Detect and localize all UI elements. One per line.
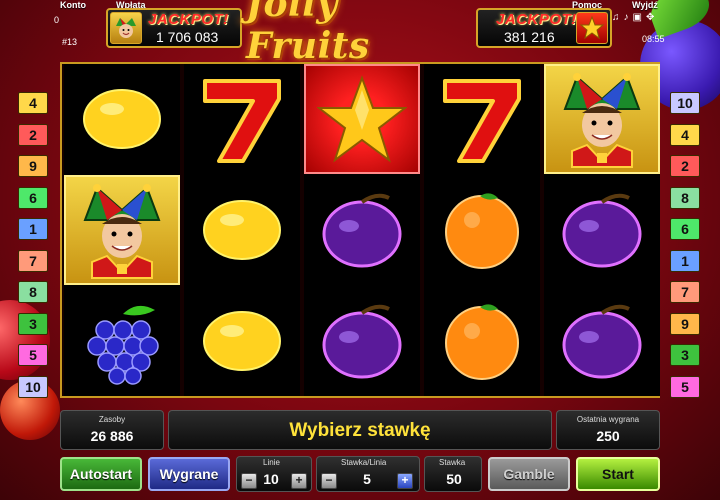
konto-value: 0 (54, 15, 60, 25)
screen-icon[interactable]: ▣ (633, 12, 642, 23)
jackpot-title: JACKPOT! (148, 11, 229, 28)
reel-2 (184, 64, 300, 396)
plum-icon (544, 175, 660, 285)
bet-minus-button[interactable]: − (321, 473, 337, 489)
lemon-icon (184, 286, 300, 396)
payline-badge[interactable]: 8 (670, 186, 700, 209)
start-button[interactable]: Start (576, 457, 660, 491)
autostart-button[interactable]: Autostart (60, 457, 142, 491)
payline-badge[interactable]: 8 (18, 281, 48, 303)
lemon-icon (64, 64, 180, 174)
payline-badge[interactable]: 9 (18, 155, 48, 177)
konto-label: Konto (60, 0, 86, 10)
payline-badge[interactable]: 6 (18, 186, 48, 209)
jackpot-title: JACKPOT! (496, 11, 577, 28)
star-icon (576, 12, 608, 44)
payline-badge[interactable]: 10 (18, 375, 48, 398)
orange-icon (424, 175, 540, 285)
payline-badge[interactable]: 1 (670, 249, 700, 272)
plum-icon (304, 286, 420, 396)
lemon-icon (184, 175, 300, 285)
fullscreen-icon[interactable]: ✥ (646, 12, 654, 23)
orange-icon (424, 286, 540, 396)
zasoby-label: Zasoby (98, 415, 126, 424)
lines-stepper: Linie − 10 + (236, 456, 312, 492)
payline-badge[interactable]: 2 (670, 155, 700, 177)
payline-badge[interactable]: 10 (670, 92, 700, 114)
gamble-button[interactable]: Gamble (488, 457, 570, 491)
jackpot-left-value: 1 706 083 (156, 29, 219, 45)
wyjdz-button[interactable]: Wyjdź (632, 0, 658, 10)
reel-3 (304, 64, 420, 396)
message-panel: Wybierz stawkę (168, 410, 552, 450)
jackpot-left: JACKPOT! 1 706 083 (106, 8, 242, 48)
lines-plus-button[interactable]: + (291, 473, 307, 489)
seven-icon (184, 64, 300, 174)
payline-badge[interactable]: 3 (18, 312, 48, 335)
payline-badge[interactable]: 7 (670, 281, 700, 303)
payline-badge[interactable]: 4 (18, 92, 48, 114)
jackpot-right-value: 381 216 (504, 29, 555, 45)
jackpot-right: JACKPOT! 381 216 (476, 8, 612, 48)
joker-icon (544, 64, 660, 174)
grapes-icon (64, 286, 180, 396)
payline-badge[interactable]: 4 (670, 123, 700, 146)
ostatnia-wygrana-label: Ostatnia wygrana (576, 415, 640, 424)
star-icon (304, 64, 420, 174)
system-icons: ♫ ♪ ▣ ✥ (612, 12, 654, 23)
reel-5 (544, 64, 660, 396)
sound-icon[interactable]: ♪ (624, 12, 629, 23)
game-logo: Jolly Fruits (246, 0, 370, 67)
payline-badge[interactable]: 5 (18, 344, 48, 366)
payline-badge[interactable]: 1 (18, 218, 48, 240)
bet-plus-button[interactable]: + (397, 473, 413, 489)
status-message: Wybierz stawkę (289, 420, 431, 441)
stawka-linia-label: Stawka/Linia (341, 458, 387, 467)
payline-badge[interactable]: 5 (670, 375, 700, 398)
wygrane-button[interactable]: Wygrane (148, 457, 230, 491)
linie-label: Linie (263, 458, 280, 467)
linie-value: 10 (263, 471, 279, 487)
stawka-label: Stawka (439, 458, 466, 467)
plum-icon (304, 175, 420, 285)
total-bet-box: Stawka 50 (424, 456, 482, 492)
seven-icon (424, 64, 540, 174)
payline-badge[interactable]: 2 (18, 123, 48, 146)
stawka-value: 50 (446, 471, 462, 487)
last-win-panel: Ostatnia wygrana 250 (556, 410, 660, 450)
reels-area (60, 62, 660, 398)
zasoby-value: 26 886 (90, 428, 134, 444)
joker-icon (64, 175, 180, 285)
plum-icon (544, 286, 660, 396)
payline-badge[interactable]: 3 (670, 344, 700, 366)
payline-badge[interactable]: 6 (670, 218, 700, 240)
reel-4 (424, 64, 540, 396)
music-icon[interactable]: ♫ (612, 12, 620, 23)
lines-minus-button[interactable]: − (241, 473, 257, 489)
bet-per-line-stepper: Stawka/Linia − 5 + (316, 456, 420, 492)
clock: 08:55 (642, 34, 665, 44)
ostatnia-wygrana-value: 250 (596, 428, 620, 444)
game-number: #13 (62, 37, 78, 47)
joker-icon (110, 12, 142, 44)
balance-panel: Zasoby 26 886 (60, 410, 164, 450)
payline-badge[interactable]: 9 (670, 312, 700, 335)
reel-1 (64, 64, 180, 396)
payline-badge[interactable]: 7 (18, 249, 48, 272)
stawka-linia-value: 5 (363, 471, 371, 487)
